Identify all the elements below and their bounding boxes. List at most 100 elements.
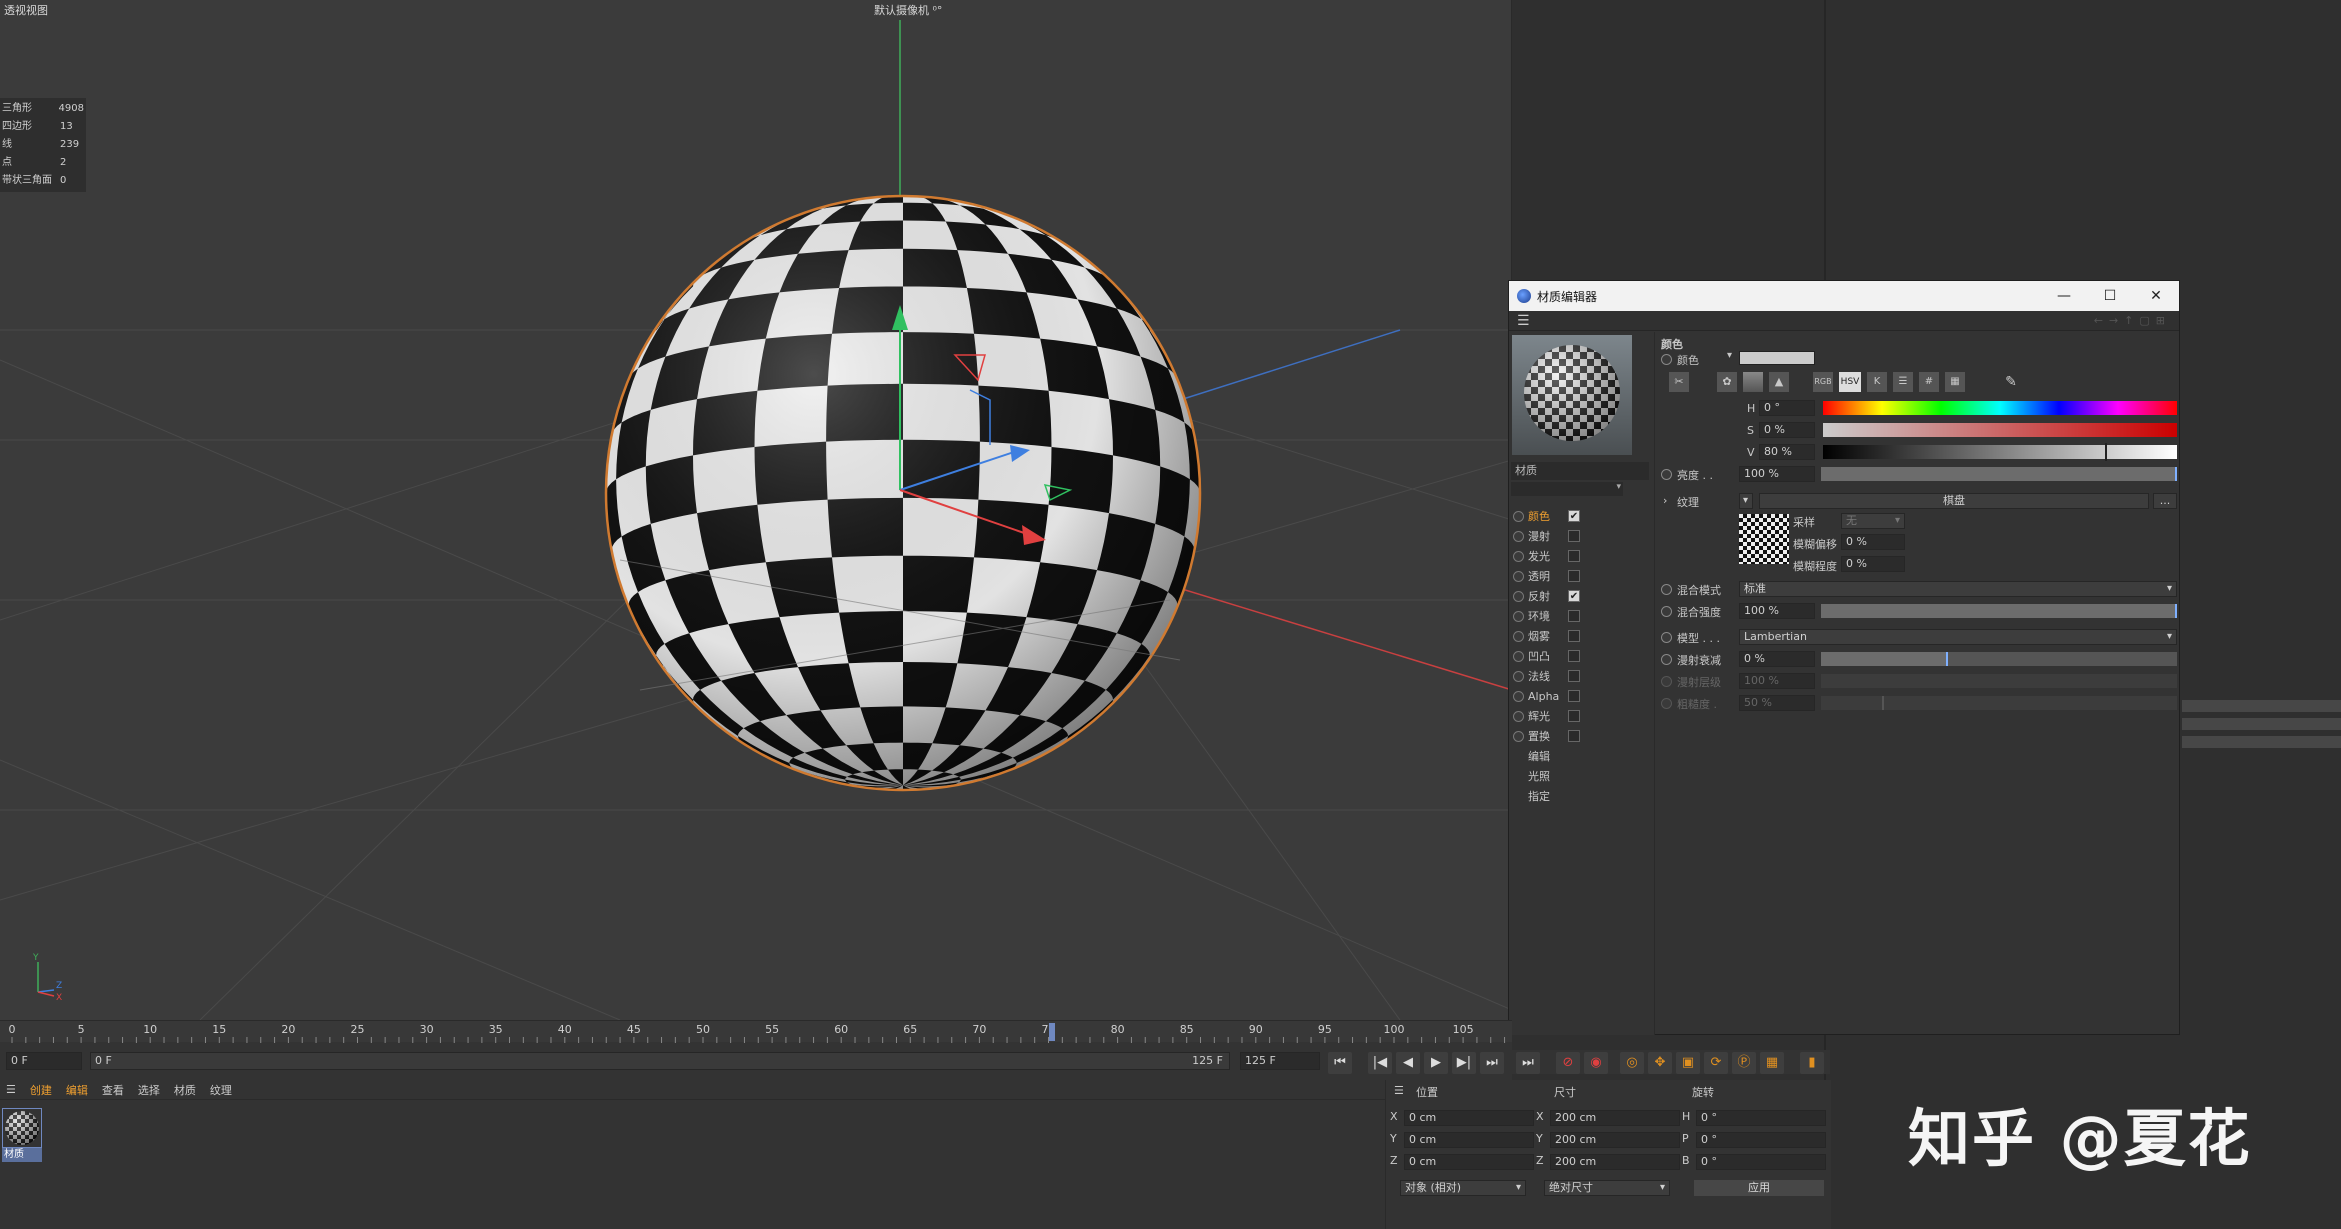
spectrum-icon[interactable]	[1743, 372, 1763, 392]
value-slider[interactable]	[1823, 445, 2177, 459]
prev-frame-icon[interactable]: ◀	[1396, 1052, 1420, 1074]
channel-checkbox[interactable]: ✔	[1568, 590, 1580, 602]
channel-item[interactable]: 辉光	[1513, 706, 1580, 726]
channel-radio[interactable]	[1513, 690, 1524, 702]
channel-radio[interactable]	[1513, 510, 1524, 522]
material-preview[interactable]	[1512, 335, 1632, 455]
nav-arrows-icon[interactable]: ←→↑▢⊞	[2094, 314, 2171, 327]
texture-shader-button[interactable]: 棋盘	[1759, 493, 2149, 509]
close-button[interactable]: ✕	[2133, 288, 2179, 304]
position-key-icon[interactable]: ✥	[1648, 1052, 1672, 1074]
rgb-mode-icon[interactable]: RGB	[1813, 372, 1833, 392]
menu-material[interactable]: 材质	[174, 1082, 196, 1098]
blur-offset-input[interactable]: 0 %	[1841, 534, 1905, 550]
position-input[interactable]: 0 cm	[1404, 1154, 1534, 1170]
channel-radio[interactable]	[1513, 610, 1524, 622]
parameter-key-icon[interactable]: Ⓟ	[1732, 1052, 1756, 1074]
hsv-mode-icon[interactable]: HSV	[1839, 372, 1861, 392]
blend-strength-slider[interactable]	[1821, 604, 2177, 618]
scale-key-icon[interactable]: ▣	[1676, 1052, 1700, 1074]
keyframe-selection-icon[interactable]: ◎	[1620, 1052, 1644, 1074]
film-icon[interactable]: ▮	[1800, 1052, 1824, 1074]
hamburger-menu-icon[interactable]: ☰	[6, 1083, 16, 1096]
checker-sphere[interactable]	[606, 196, 1200, 790]
channel-item[interactable]: 颜色 ✔	[1513, 506, 1580, 526]
channel-checkbox[interactable]	[1568, 610, 1580, 622]
animate-dot-icon[interactable]	[1661, 469, 1672, 480]
model-dropdown[interactable]: Lambertian ▾	[1739, 629, 2177, 645]
animate-dot-icon[interactable]	[1661, 606, 1672, 617]
saturation-input[interactable]: 0 %	[1759, 422, 1815, 438]
channel-radio[interactable]	[1513, 730, 1524, 742]
camera-label[interactable]: 默认摄像机 ⁰°	[874, 2, 942, 18]
size-input[interactable]: 200 cm	[1550, 1154, 1680, 1170]
channel-checkbox[interactable]	[1568, 550, 1580, 562]
editor-section-item[interactable]: 编辑	[1513, 746, 1580, 766]
menu-view[interactable]: 查看	[102, 1082, 124, 1098]
channel-item[interactable]: 漫射	[1513, 526, 1580, 546]
material-thumbnail[interactable]	[2, 1108, 42, 1148]
hue-slider[interactable]	[1823, 401, 2177, 415]
apply-button[interactable]: 应用	[1694, 1180, 1824, 1196]
channel-radio[interactable]	[1513, 530, 1524, 542]
size-input[interactable]: 200 cm	[1550, 1132, 1680, 1148]
next-frame-icon[interactable]: ▶|	[1452, 1052, 1476, 1074]
playhead[interactable]	[1049, 1023, 1055, 1041]
channel-radio[interactable]	[1513, 710, 1524, 722]
texture-menu-button[interactable]: ▾	[1739, 493, 1753, 509]
channel-checkbox[interactable]	[1568, 630, 1580, 642]
hamburger-menu-icon[interactable]: ☰	[1517, 313, 1530, 329]
next-key-icon[interactable]: ⏭	[1480, 1052, 1504, 1074]
sampling-dropdown[interactable]: 无 ▾	[1841, 513, 1905, 529]
eyedropper-icon[interactable]: ✎	[2001, 372, 2021, 392]
channel-item[interactable]: 环境	[1513, 606, 1580, 626]
channel-item[interactable]: 反射 ✔	[1513, 586, 1580, 606]
animate-dot-icon[interactable]	[1661, 354, 1672, 365]
position-input[interactable]: 0 cm	[1404, 1110, 1534, 1126]
blend-mode-dropdown[interactable]: 标准 ▾	[1739, 581, 2177, 597]
channel-radio[interactable]	[1513, 550, 1524, 562]
goto-start-icon[interactable]: ⏮	[1328, 1052, 1352, 1074]
swatches-mode-icon[interactable]: ▦	[1945, 372, 1965, 392]
kelvin-mode-icon[interactable]: K	[1867, 372, 1887, 392]
coordinate-mode-dropdown[interactable]: 对象 (相对) ▾	[1400, 1180, 1526, 1196]
channel-radio[interactable]	[1513, 650, 1524, 662]
channel-item[interactable]: 烟雾	[1513, 626, 1580, 646]
rotation-key-icon[interactable]: ⟳	[1704, 1052, 1728, 1074]
channel-checkbox[interactable]	[1568, 710, 1580, 722]
channel-checkbox[interactable]: ✔	[1568, 510, 1580, 522]
play-icon[interactable]: ▶	[1424, 1052, 1448, 1074]
perspective-viewport[interactable]: 透视视图 默认摄像机 ⁰° 三角形 4908 四边形 13 线 239 点2 带状三角…	[0, 0, 1512, 1020]
maximize-button[interactable]: ☐	[2087, 288, 2133, 304]
brightness-slider[interactable]	[1821, 467, 2177, 481]
channel-item[interactable]: 凹凸	[1513, 646, 1580, 666]
rotation-input[interactable]: 0 °	[1696, 1154, 1826, 1170]
channel-item[interactable]: 透明	[1513, 566, 1580, 586]
texture-more-button[interactable]: ...	[2153, 493, 2177, 509]
current-frame-field[interactable]: 0 F	[6, 1052, 82, 1070]
max-frame-field[interactable]: 125 F	[1240, 1052, 1320, 1070]
rotation-input[interactable]: 0 °	[1696, 1132, 1826, 1148]
size-mode-dropdown[interactable]: 绝对尺寸 ▾	[1544, 1180, 1670, 1196]
channel-item[interactable]: Alpha	[1513, 686, 1580, 706]
channel-radio[interactable]	[1513, 570, 1524, 582]
goto-end-icon[interactable]: ⏭	[1516, 1052, 1540, 1074]
saturation-slider[interactable]	[1823, 423, 2177, 437]
record-icon[interactable]: ⊘	[1556, 1052, 1580, 1074]
position-input[interactable]: 0 cm	[1404, 1132, 1534, 1148]
blend-strength-input[interactable]: 100 %	[1739, 603, 1815, 619]
channel-radio[interactable]	[1513, 670, 1524, 682]
chevron-down-icon[interactable]: ▾	[1727, 350, 1732, 361]
diffuse-falloff-input[interactable]: 0 %	[1739, 651, 1815, 667]
channel-item[interactable]: 置换	[1513, 726, 1580, 746]
prev-key-icon[interactable]: |◀	[1368, 1052, 1392, 1074]
menu-edit[interactable]: 编辑	[66, 1082, 88, 1098]
color-wheel-icon[interactable]: ✿	[1717, 372, 1737, 392]
diffuse-falloff-slider[interactable]	[1821, 652, 2177, 666]
menu-texture[interactable]: 纹理	[210, 1082, 232, 1098]
channel-checkbox[interactable]	[1568, 650, 1580, 662]
hex-mode-icon[interactable]: #	[1919, 372, 1939, 392]
channel-checkbox[interactable]	[1568, 670, 1580, 682]
rotation-input[interactable]: 0 °	[1696, 1110, 1826, 1126]
channel-radio[interactable]	[1513, 630, 1524, 642]
